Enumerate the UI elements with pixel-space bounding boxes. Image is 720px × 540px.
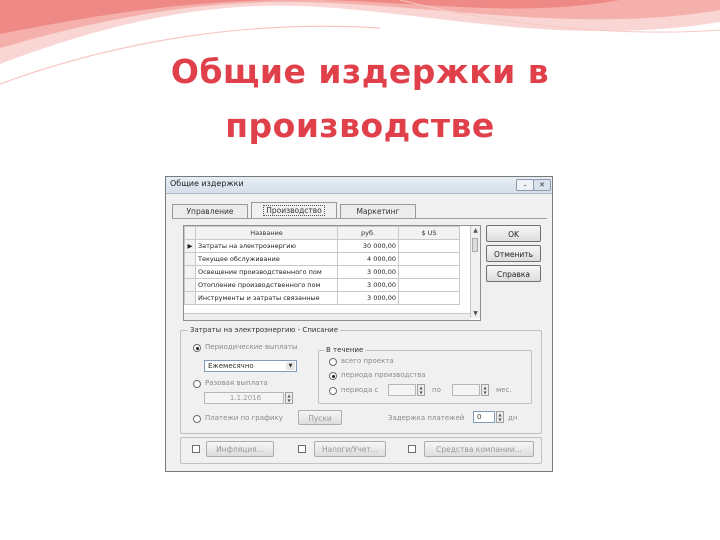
scroll-down-icon[interactable]: ▼ (471, 309, 480, 318)
tab-marketing[interactable]: Маркетинг (340, 204, 416, 218)
period-from-spinner-icon[interactable]: ▲ ▼ (417, 384, 425, 396)
table-row[interactable]: Освещение производственного пом 3 000,00 (184, 265, 460, 279)
cell-rub[interactable]: 3 000,00 (337, 291, 399, 305)
row-pointer-icon: ▶ (184, 239, 196, 253)
row-selector (184, 278, 196, 292)
period-to-spinner-icon[interactable]: ▲ ▼ (481, 384, 489, 396)
cell-name[interactable]: Отопление производственного пом (195, 278, 338, 292)
whole-project-radio[interactable] (329, 358, 337, 366)
table-row[interactable]: Инструменты и затраты связанные 3 000,00 (184, 291, 460, 305)
cell-name[interactable]: Инструменты и затраты связанные (195, 291, 338, 305)
payment-delay-unit: дн (508, 414, 518, 422)
schedule-radio[interactable] (193, 415, 201, 423)
payment-delay-field[interactable]: 0 (473, 411, 495, 423)
row-selector (184, 265, 196, 279)
taxes-checkbox[interactable] (298, 445, 306, 453)
during-group-label: В течение (324, 345, 366, 355)
cell-usd[interactable] (398, 252, 460, 266)
taxes-button[interactable]: Налоги/Учет... (314, 441, 386, 457)
dialog-title: Общие издержки (170, 179, 244, 188)
payment-delay-spinner-icon[interactable]: ▲ ▼ (496, 411, 504, 423)
ok-button[interactable]: OK (486, 225, 541, 242)
one-time-label: Разовая выплата (205, 379, 268, 387)
tab-pane-border (172, 218, 547, 219)
grid-corner (184, 226, 196, 240)
slide-title-line-2: производстве (225, 106, 495, 145)
cell-usd[interactable] (398, 239, 460, 253)
cancel-button[interactable]: Отменить (486, 245, 541, 262)
cell-usd[interactable] (398, 265, 460, 279)
grid-header-row: Название руб. $ US (184, 226, 460, 240)
production-period-label: периода производства (341, 371, 426, 379)
inflation-button[interactable]: Инфляция... (206, 441, 274, 457)
column-header-rub[interactable]: руб. (337, 226, 399, 240)
close-icon[interactable]: ✕ (533, 179, 551, 191)
schedule-button[interactable]: Пуски (298, 410, 342, 425)
months-label: мес. (496, 386, 512, 394)
cell-rub[interactable]: 30 000,00 (337, 239, 399, 253)
grid-horizontal-scrollbar[interactable] (184, 313, 470, 320)
row-selector (184, 252, 196, 266)
period-to-label: по (432, 386, 441, 394)
table-row[interactable]: Отопление производственного пом 3 000,00 (184, 278, 460, 292)
scroll-up-icon[interactable]: ▲ (471, 226, 480, 235)
slide-title-line-1: Общие издержки в (170, 52, 550, 91)
custom-period-radio[interactable] (329, 387, 337, 395)
date-spinner-icon[interactable]: ▲ ▼ (285, 392, 293, 404)
one-time-radio[interactable] (193, 380, 201, 388)
payment-delay-label: Задержка платежей (388, 414, 465, 422)
chevron-down-icon[interactable]: ▼ (286, 362, 295, 370)
whole-project-label: всего проекта (341, 357, 394, 365)
one-time-date-field[interactable]: 1.1.2016 (204, 392, 284, 404)
overhead-costs-dialog: Общие издержки – ✕ Управление Производст… (165, 176, 553, 472)
grid-vertical-scrollbar[interactable]: ▲ ▼ (470, 226, 480, 318)
custom-period-label: периода с (341, 386, 379, 394)
period-to-field[interactable] (452, 384, 480, 396)
tab-production[interactable]: Производство (251, 202, 337, 218)
production-period-radio[interactable] (329, 372, 337, 380)
inflation-checkbox[interactable] (192, 445, 200, 453)
periodic-label: Периодические выплаты (205, 343, 298, 351)
company-assets-button[interactable]: Средства компании... (424, 441, 534, 457)
minimize-icon[interactable]: – (516, 179, 534, 191)
cell-name[interactable]: Текущее обслуживание (195, 252, 338, 266)
help-button[interactable]: Справка (486, 265, 541, 282)
writeoff-group-label: Затраты на электроэнергию - Списание (188, 325, 341, 335)
column-header-usd[interactable]: $ US (398, 226, 460, 240)
costs-grid[interactable]: Название руб. $ US ▶ Затраты на электроэ… (183, 225, 481, 321)
table-row[interactable]: Текущее обслуживание 4 000,00 (184, 252, 460, 266)
row-selector (184, 291, 196, 305)
periodic-radio[interactable] (193, 344, 201, 352)
cell-name[interactable]: Освещение производственного пом (195, 265, 338, 279)
tab-production-label: Производство (263, 205, 325, 216)
column-header-name[interactable]: Название (195, 226, 338, 240)
schedule-label: Платежи по графику (205, 414, 283, 422)
cell-rub[interactable]: 3 000,00 (337, 265, 399, 279)
tab-management[interactable]: Управление (172, 204, 248, 218)
cell-usd[interactable] (398, 278, 460, 292)
scroll-thumb[interactable] (472, 238, 478, 252)
frequency-select[interactable]: Ежемесячно ▼ (204, 360, 297, 372)
cell-usd[interactable] (398, 291, 460, 305)
frequency-value: Ежемесячно (208, 362, 254, 370)
table-row[interactable]: ▶ Затраты на электроэнергию 30 000,00 (184, 239, 460, 253)
cell-rub[interactable]: 4 000,00 (337, 252, 399, 266)
cell-rub[interactable]: 3 000,00 (337, 278, 399, 292)
cell-name[interactable]: Затраты на электроэнергию (195, 239, 338, 253)
company-assets-checkbox[interactable] (408, 445, 416, 453)
dialog-titlebar: Общие издержки – ✕ (166, 177, 552, 194)
period-from-field[interactable] (388, 384, 416, 396)
